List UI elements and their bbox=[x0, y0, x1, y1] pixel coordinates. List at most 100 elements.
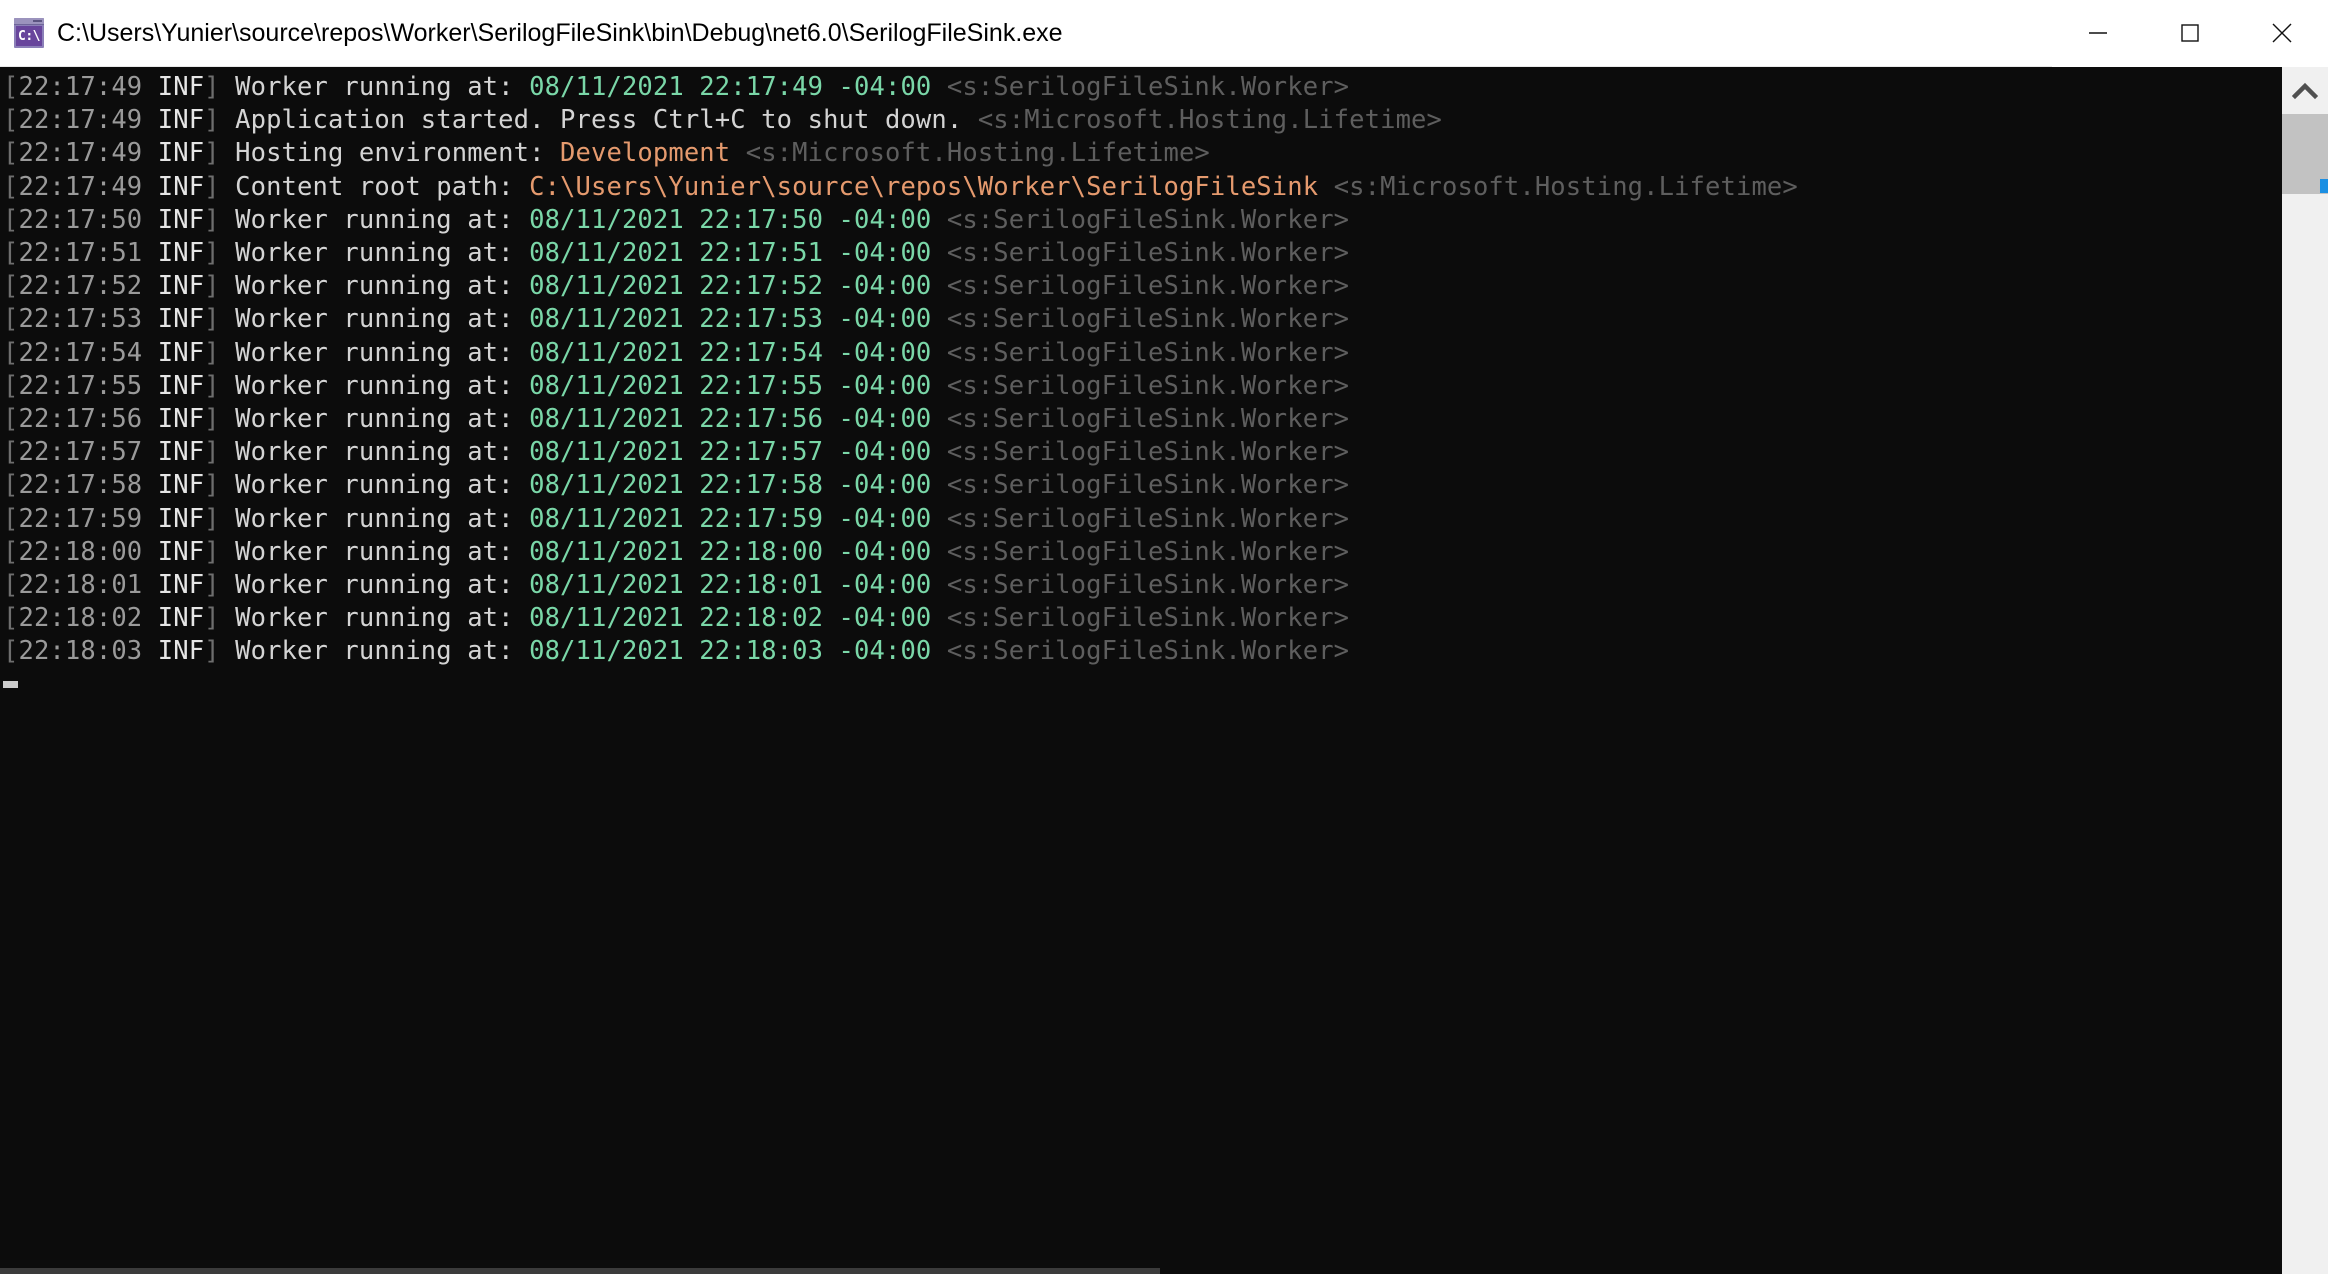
console-segment-time: 22:17:54 bbox=[18, 338, 142, 368]
title-bar[interactable]: C:\ C:\Users\Yunier\source\repos\Worker\… bbox=[0, 0, 2328, 67]
console-segment-bracket: ] bbox=[204, 105, 219, 135]
console-segment-bracket: [ bbox=[3, 636, 18, 666]
console-segment-bracket: ] bbox=[204, 570, 219, 600]
console-segment-bracket: [ bbox=[3, 304, 18, 334]
console-segment-msg: Hosting environment: bbox=[220, 138, 560, 168]
chevron-up-icon[interactable] bbox=[2282, 67, 2328, 114]
console-segment-bracket: [ bbox=[3, 105, 18, 135]
console-area: [22:17:49 INF] Worker running at: 08/11/… bbox=[0, 67, 2328, 1274]
maximize-button[interactable] bbox=[2144, 0, 2236, 67]
console-segment-bracket: ] bbox=[204, 172, 219, 202]
console-segment-bracket: [ bbox=[3, 172, 18, 202]
console-segment-level: INF bbox=[158, 371, 204, 401]
console-segment-ctx: <s:SerilogFileSink.Worker> bbox=[947, 404, 1349, 434]
console-segment-msg bbox=[142, 636, 157, 666]
console-segment-msg: Worker running at: bbox=[220, 338, 529, 368]
console-segment-level: INF bbox=[158, 338, 204, 368]
bottom-edge-strip bbox=[0, 1268, 1160, 1274]
console-segment-level: INF bbox=[158, 404, 204, 434]
close-button[interactable] bbox=[2236, 0, 2328, 67]
console-segment-msg: Worker running at: bbox=[220, 238, 529, 268]
console-segment-bracket: [ bbox=[3, 371, 18, 401]
scrollbar-track[interactable] bbox=[2282, 114, 2328, 1274]
minimize-button[interactable] bbox=[2052, 0, 2144, 67]
console-segment-msg bbox=[142, 537, 157, 567]
console-segment-bracket: [ bbox=[3, 470, 18, 500]
console-segment-msg bbox=[931, 404, 946, 434]
console-segment-bracket: ] bbox=[204, 636, 219, 666]
console-segment-green: 08/11/2021 22:18:02 -04:00 bbox=[529, 603, 931, 633]
console-segment-msg bbox=[142, 205, 157, 235]
console-segment-level: INF bbox=[158, 72, 204, 102]
console-segment-bracket: ] bbox=[204, 603, 219, 633]
console-segment-time: 22:17:49 bbox=[18, 72, 142, 102]
console-segment-green: 08/11/2021 22:17:49 -04:00 bbox=[529, 72, 931, 102]
console-segment-bracket: [ bbox=[3, 603, 18, 633]
console-segment-msg bbox=[931, 603, 946, 633]
console-line: [22:17:57 INF] Worker running at: 08/11/… bbox=[0, 436, 2281, 469]
console-segment-bracket: ] bbox=[204, 138, 219, 168]
console-line: [22:17:59 INF] Worker running at: 08/11/… bbox=[0, 503, 2281, 536]
console-line: [22:18:03 INF] Worker running at: 08/11/… bbox=[0, 635, 2281, 668]
console-segment-msg bbox=[142, 371, 157, 401]
console-segment-level: INF bbox=[158, 105, 204, 135]
console-line: [22:17:49 INF] Content root path: C:\Use… bbox=[0, 171, 2281, 204]
console-segment-ctx: <s:SerilogFileSink.Worker> bbox=[947, 437, 1349, 467]
console-segment-time: 22:17:53 bbox=[18, 304, 142, 334]
console-segment-msg bbox=[931, 271, 946, 301]
console-segment-bracket: ] bbox=[204, 537, 219, 567]
vertical-scrollbar[interactable] bbox=[2281, 67, 2328, 1274]
console-segment-msg: Worker running at: bbox=[220, 636, 529, 666]
console-segment-msg: Worker running at: bbox=[220, 371, 529, 401]
console-segment-bracket: [ bbox=[3, 537, 18, 567]
console-segment-ctx: <s:Microsoft.Hosting.Lifetime> bbox=[1334, 172, 1798, 202]
console-segment-msg bbox=[931, 470, 946, 500]
console-segment-msg bbox=[1318, 172, 1333, 202]
console-segment-msg bbox=[931, 371, 946, 401]
console-segment-msg bbox=[142, 72, 157, 102]
console-segment-level: INF bbox=[158, 537, 204, 567]
console-line: [22:17:49 INF] Worker running at: 08/11/… bbox=[0, 71, 2281, 104]
console-line: [22:17:52 INF] Worker running at: 08/11/… bbox=[0, 270, 2281, 303]
console-segment-bracket: [ bbox=[3, 271, 18, 301]
console-segment-green: 08/11/2021 22:17:53 -04:00 bbox=[529, 304, 931, 334]
console-segment-msg: Content root path: bbox=[220, 172, 529, 202]
console-segment-green: 08/11/2021 22:18:03 -04:00 bbox=[529, 636, 931, 666]
console-segment-ctx: <s:SerilogFileSink.Worker> bbox=[947, 238, 1349, 268]
title-bar-left: C:\ C:\Users\Yunier\source\repos\Worker\… bbox=[0, 18, 2052, 48]
console-segment-time: 22:18:00 bbox=[18, 537, 142, 567]
window-controls bbox=[2052, 0, 2328, 67]
console-segment-msg: Application started. Press Ctrl+C to shu… bbox=[220, 105, 963, 135]
console-segment-msg: Worker running at: bbox=[220, 271, 529, 301]
console-segment-time: 22:17:59 bbox=[18, 504, 142, 534]
text-cursor bbox=[3, 681, 18, 688]
console-segment-bracket: [ bbox=[3, 205, 18, 235]
console-segment-bracket: ] bbox=[204, 72, 219, 102]
console-segment-ctx: <s:SerilogFileSink.Worker> bbox=[947, 271, 1349, 301]
console-segment-level: INF bbox=[158, 271, 204, 301]
console-segment-ctx: <s:SerilogFileSink.Worker> bbox=[947, 537, 1349, 567]
console-segment-msg: Worker running at: bbox=[220, 437, 529, 467]
console-segment-level: INF bbox=[158, 603, 204, 633]
console-segment-msg: Worker running at: bbox=[220, 404, 529, 434]
console-segment-msg bbox=[931, 504, 946, 534]
console-line: [22:17:53 INF] Worker running at: 08/11/… bbox=[0, 303, 2281, 336]
console-segment-level: INF bbox=[158, 138, 204, 168]
console-segment-bracket: ] bbox=[204, 238, 219, 268]
console-line: [22:17:58 INF] Worker running at: 08/11/… bbox=[0, 469, 2281, 502]
console-segment-msg bbox=[142, 437, 157, 467]
console-segment-msg bbox=[931, 636, 946, 666]
console-segment-bracket: ] bbox=[204, 504, 219, 534]
console-segment-time: 22:17:57 bbox=[18, 437, 142, 467]
console-segment-bracket: ] bbox=[204, 338, 219, 368]
console-segment-time: 22:17:58 bbox=[18, 470, 142, 500]
console-segment-time: 22:17:52 bbox=[18, 271, 142, 301]
console-segment-ctx: <s:SerilogFileSink.Worker> bbox=[947, 470, 1349, 500]
console-segment-time: 22:17:51 bbox=[18, 238, 142, 268]
icon-window-dots bbox=[33, 20, 42, 22]
console-segment-msg bbox=[931, 205, 946, 235]
console-output[interactable]: [22:17:49 INF] Worker running at: 08/11/… bbox=[0, 67, 2281, 1274]
console-segment-green: 08/11/2021 22:17:55 -04:00 bbox=[529, 371, 931, 401]
console-segment-bracket: ] bbox=[204, 304, 219, 334]
console-segment-green: 08/11/2021 22:17:51 -04:00 bbox=[529, 238, 931, 268]
